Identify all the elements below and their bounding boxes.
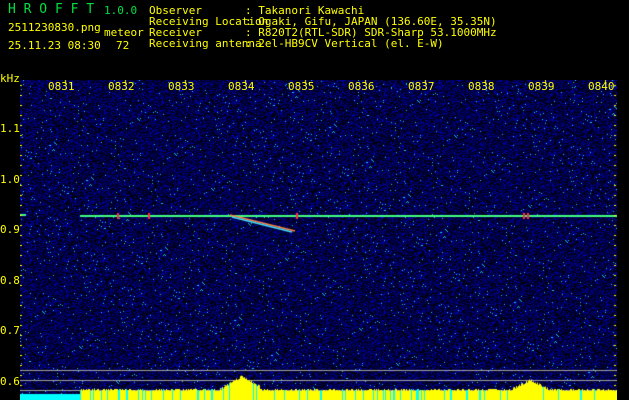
x-tick-label: 0837 [408,80,435,93]
y-tick-label: 1.1 [0,122,20,135]
file-datetime: 25.11.23 08:30 [8,39,101,52]
y-tick-label: 0.6 [0,374,20,388]
x-tick-label: 0840 [588,80,615,93]
info-value: : 2el-HB9CV Vertical (el. E-W) [245,37,444,50]
meteor-label: meteor [104,26,144,39]
x-tick-label: 0832 [108,80,135,93]
x-tick-label: 0838 [468,80,495,93]
app-title: H R O F F T [8,2,95,17]
x-tick-label: 0833 [168,80,195,93]
x-tick-label: 0835 [288,80,315,93]
spectrogram [20,80,617,400]
y-tick-label: 0.7 [0,324,20,337]
x-tick-label: 0834 [228,80,255,93]
app-version: 1.0.0 [104,4,138,17]
x-tick-label: 0839 [528,80,555,93]
meteor-count: 72 [116,39,130,52]
x-tick-label: 0836 [348,80,375,93]
y-tick-label: 0.8 [0,273,20,287]
y-tick-label: 0.9 [0,223,20,236]
axis-unit: kHz [0,72,20,85]
x-tick-label: 0831 [48,80,75,93]
file-name: 2511230830.png [8,21,101,34]
y-tick-label: 1.0 [0,172,20,186]
